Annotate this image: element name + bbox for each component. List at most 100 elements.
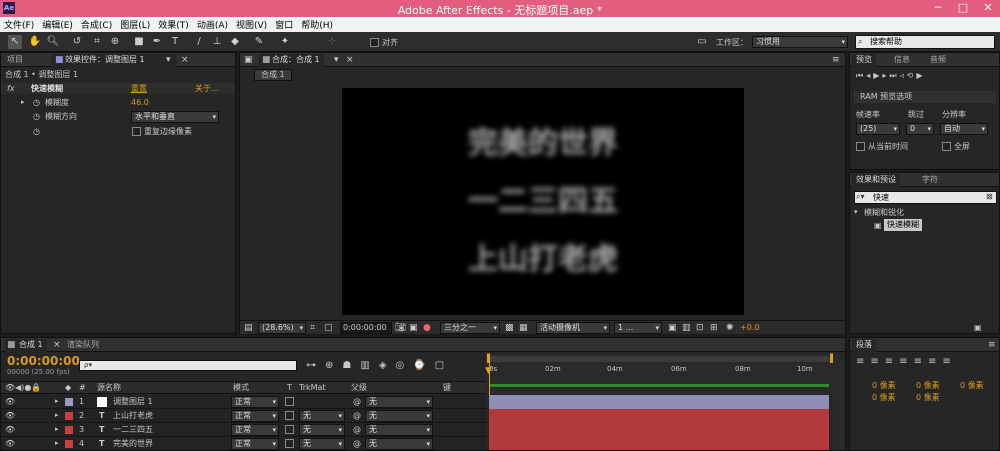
layer-name[interactable]: 上山打老虎	[113, 409, 153, 422]
layer-mode-select[interactable]: 正常	[231, 396, 279, 408]
timeline-scrollbar[interactable]	[833, 354, 845, 450]
show-snapshot-icon[interactable]: ▣	[409, 323, 418, 333]
visibility-icon[interactable]: 👁︎	[5, 423, 15, 436]
playhead-marker-icon[interactable]: ▼	[485, 366, 492, 376]
col-trkmat[interactable]: TrkMat	[299, 382, 326, 393]
visibility-icon[interactable]: 👁︎	[5, 437, 15, 450]
exposure-value[interactable]: +0.0	[740, 323, 759, 332]
auto-keyframe-icon[interactable]: ▢	[435, 360, 453, 371]
flowchart-icon[interactable]: ⊞	[710, 323, 718, 333]
expand-arrow-icon[interactable]: ▸	[55, 395, 59, 408]
zoom-select[interactable]: (28.6%)	[258, 322, 306, 334]
justify-left-icon[interactable]: ≡	[899, 356, 913, 367]
timeline-icon[interactable]: ⊡	[696, 323, 704, 333]
effects-search-input[interactable]: 快速	[854, 191, 997, 204]
tab-preview[interactable]: 预览	[852, 54, 876, 67]
close-button[interactable]: ✕	[976, 0, 1000, 17]
blur-direction-select[interactable]: 水平和垂直	[131, 111, 219, 123]
tab-project[interactable]: 项目	[3, 54, 27, 67]
puppet-pin-icon[interactable]: ✦	[278, 35, 292, 49]
menu-file[interactable]: 文件(F)	[0, 17, 38, 31]
expand-arrow-icon[interactable]: ▸	[55, 423, 59, 436]
shape-tool-icon[interactable]: ■	[132, 35, 146, 49]
maximize-button[interactable]: □	[951, 0, 975, 17]
align-checkbox[interactable]	[370, 38, 379, 47]
draft-3d-icon[interactable]: ⊕	[325, 360, 342, 371]
region-of-interest-icon[interactable]: ▩	[505, 323, 514, 333]
preview-resolution-select[interactable]: 自动	[940, 123, 988, 135]
layer-color-swatch[interactable]	[65, 398, 73, 406]
layer-parent-select[interactable]: 无	[365, 424, 433, 436]
roto-brush-icon[interactable]: ✎	[252, 35, 266, 49]
close-tab-icon[interactable]: ×	[346, 55, 354, 65]
tab-character[interactable]: 字符	[918, 174, 942, 187]
eraser-tool-icon[interactable]: ◆	[228, 35, 242, 49]
zoom-tool-icon[interactable]: 🔍︎	[46, 35, 60, 49]
panel-menu-icon[interactable]: ▾	[166, 55, 171, 65]
loop-icon[interactable]: ⟲	[907, 71, 917, 80]
fps-select[interactable]: (25)	[856, 123, 900, 135]
menu-help[interactable]: 帮助(H)	[297, 17, 337, 31]
menu-animation[interactable]: 动画(A)	[193, 17, 232, 31]
repeat-edge-checkbox[interactable]	[132, 127, 141, 136]
comp-sub-tab[interactable]: 合成 1	[254, 69, 292, 81]
pickwhip-icon[interactable]: @	[353, 395, 361, 408]
layer-name[interactable]: 一二三四五	[113, 423, 153, 436]
minimize-button[interactable]: ─	[926, 0, 950, 17]
expand-arrow-icon[interactable]: ▸	[55, 437, 59, 450]
layer-row[interactable]: 👁︎ ▸ 3 T 一二三四五 正常 无 @ 无	[1, 423, 486, 437]
brainstorm-icon[interactable]: ◎	[396, 360, 414, 371]
always-preview-icon[interactable]: ▤	[244, 323, 253, 333]
snapshot-icon[interactable]: 📷︎	[395, 323, 406, 333]
pen-tool-icon[interactable]: ✒	[150, 35, 164, 49]
work-area-start-icon[interactable]: ▌	[487, 354, 493, 363]
selection-tool-icon[interactable]: ↖	[8, 35, 22, 49]
safe-zones-icon[interactable]: ⌗	[310, 323, 315, 333]
layer-parent-select[interactable]: 无	[365, 410, 433, 422]
skip-select[interactable]: 0	[906, 123, 934, 135]
mask-visibility-icon[interactable]: ▢	[324, 323, 333, 333]
timeline-search-input[interactable]: ρ▾	[79, 360, 297, 371]
align-right-icon[interactable]: ≡	[885, 356, 899, 367]
align-left-icon[interactable]: ≡	[856, 356, 870, 367]
close-tab-icon[interactable]: ×	[181, 55, 189, 65]
visibility-icon[interactable]: 👁︎	[5, 395, 15, 408]
preserve-transparency-checkbox[interactable]	[285, 397, 294, 406]
close-tab-icon[interactable]: ×	[53, 340, 61, 350]
expand-arrow-icon[interactable]: ▸	[55, 409, 59, 422]
blurriness-value[interactable]: 46.0	[131, 97, 149, 108]
stopwatch-icon[interactable]: ◷	[33, 97, 40, 108]
ram-preview-icon[interactable]: ▶	[916, 71, 925, 80]
layer-name[interactable]: 调整图层 1	[113, 395, 153, 408]
layer-color-swatch[interactable]	[65, 426, 73, 434]
clone-tool-icon[interactable]: ⊥	[210, 35, 224, 49]
menu-composition[interactable]: 合成(C)	[77, 17, 116, 31]
color-channel-icon[interactable]: ●	[423, 323, 431, 333]
preserve-transparency-checkbox[interactable]	[285, 425, 294, 434]
layer-trkmat-select[interactable]: 无	[299, 424, 345, 436]
justify-right-icon[interactable]: ≡	[928, 356, 942, 367]
pickwhip-icon[interactable]: @	[353, 423, 361, 436]
brush-tool-icon[interactable]: /	[192, 35, 206, 49]
workspace-icon[interactable]: ▭	[694, 35, 710, 49]
camera-select[interactable]: 活动摄像机	[536, 322, 610, 334]
lock-icon[interactable]: ▣	[244, 55, 253, 65]
fullscreen-checkbox[interactable]	[942, 142, 951, 151]
expand-arrow-icon[interactable]: ▸	[21, 97, 25, 108]
stopwatch-icon[interactable]: ◷	[33, 111, 40, 122]
layer-mode-select[interactable]: 正常	[231, 424, 279, 436]
layer-name[interactable]: 完美的世界	[113, 437, 153, 450]
layer-parent-select[interactable]: 无	[365, 438, 433, 450]
menu-window[interactable]: 窗口	[271, 17, 297, 31]
indent-first-value[interactable]: 0 像素	[960, 380, 984, 391]
play-icon[interactable]: ▶	[873, 71, 882, 80]
comp-mini-flowchart-icon[interactable]: ⊶	[306, 360, 325, 371]
indent-left-value[interactable]: 0 像素	[872, 380, 896, 391]
effects-category[interactable]: 模糊和锐化	[864, 207, 904, 218]
hand-tool-icon[interactable]: ✋	[28, 35, 42, 49]
layer-row[interactable]: 👁︎ ▸ 1 调整图层 1 正常 @ 无	[1, 395, 486, 409]
layer-row[interactable]: 👁︎ ▸ 2 T 上山打老虎 正常 无 @ 无	[1, 409, 486, 423]
tab-effect-controls[interactable]: 效果控件：调整图层 1	[51, 54, 177, 67]
text-tool-icon[interactable]: T	[168, 35, 182, 49]
clear-search-icon[interactable]: ⊠	[986, 192, 993, 201]
